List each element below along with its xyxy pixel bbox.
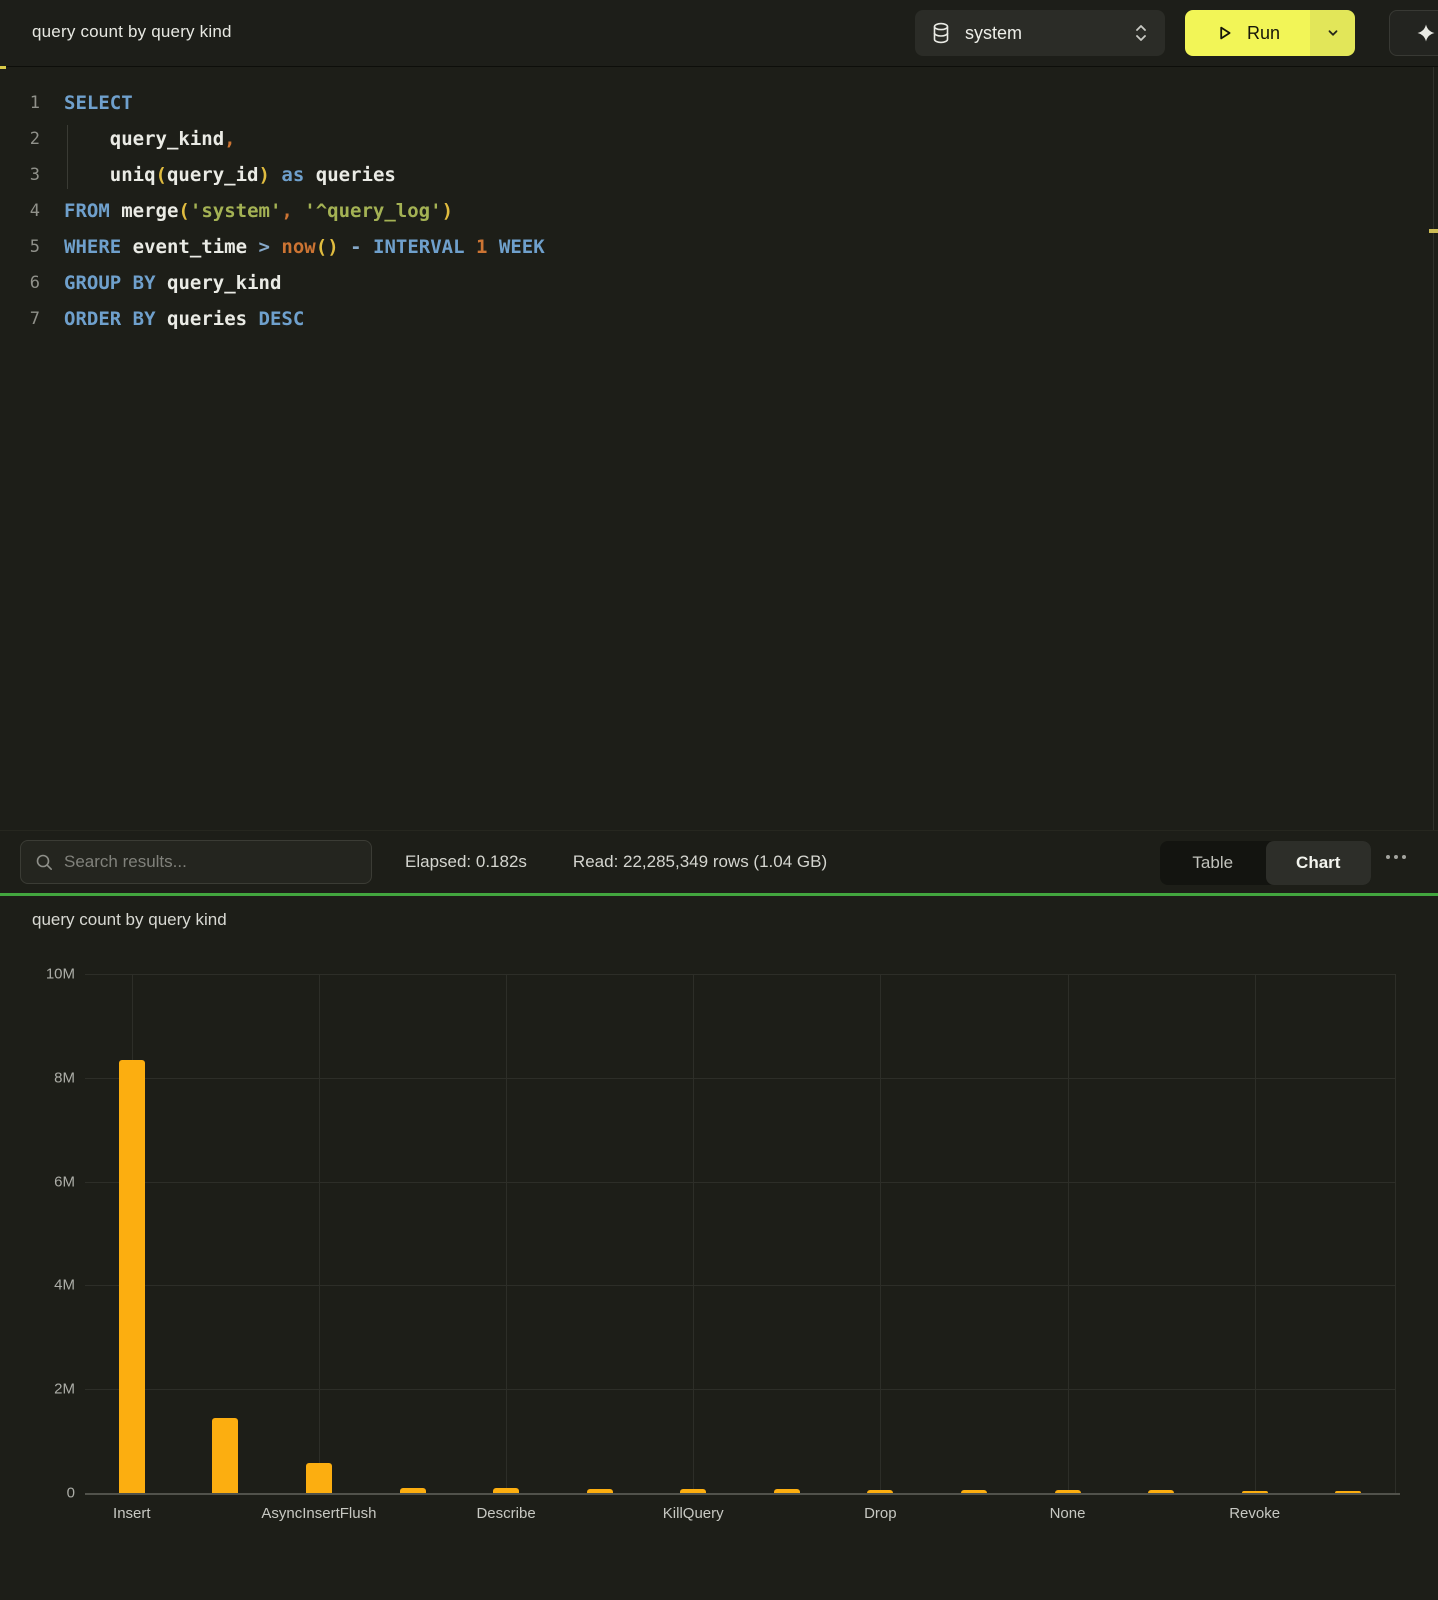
run-options-button[interactable] [1310, 10, 1355, 56]
query-title: query count by query kind [32, 22, 232, 42]
line-number: 7 [0, 309, 40, 329]
gridline [880, 974, 881, 1493]
search-icon [35, 853, 54, 872]
database-selector-value: system [965, 23, 1133, 44]
indent-guide [67, 125, 68, 189]
gridline [1395, 974, 1396, 1493]
bar-unlabeled [587, 1489, 613, 1493]
search-results-input[interactable] [64, 852, 357, 872]
tab-chart[interactable]: Chart [1266, 841, 1372, 885]
unfold-icon [1133, 22, 1149, 44]
bar-unlabeled [961, 1490, 987, 1493]
code-text: GROUP BY query_kind [64, 272, 281, 294]
editor-lines: 1SELECT2 query_kind,3 uniq(query_id) as … [0, 85, 1438, 337]
x-tick-label: AsyncInsertFlush [261, 1505, 376, 1522]
code-line[interactable]: 4 FROM merge('system', '^query_log') [0, 193, 1438, 229]
editor-left-marker [0, 66, 6, 69]
code-line[interactable]: 5 WHERE event_time > now() - INTERVAL 1 W… [0, 229, 1438, 265]
y-tick-label: 10M [15, 966, 75, 983]
elapsed-stat: Elapsed: 0.182s [405, 852, 527, 872]
y-tick-label: 6M [15, 1173, 75, 1190]
top-bar: query count by query kind system Run [0, 0, 1438, 67]
bar-AsyncInsertFlush [306, 1463, 332, 1493]
sql-console: { "header": { "title": "query count by q… [0, 0, 1438, 1600]
database-icon [931, 22, 951, 44]
gridline [319, 974, 320, 1493]
code-text: query_kind, [64, 128, 236, 150]
line-number: 6 [0, 273, 40, 293]
play-icon [1215, 23, 1235, 43]
y-tick-label: 0 [15, 1485, 75, 1502]
sparkle-button[interactable] [1389, 10, 1438, 56]
bar-Drop [867, 1490, 893, 1493]
bar-unlabeled [1148, 1490, 1174, 1493]
tab-table[interactable]: Table [1160, 841, 1266, 885]
more-options-button[interactable] [1386, 855, 1406, 859]
bar-unlabeled [212, 1418, 238, 1493]
line-number: 1 [0, 93, 40, 113]
x-tick-label: Drop [864, 1505, 897, 1522]
code-text: FROM merge('system', '^query_log') [64, 200, 453, 222]
code-line[interactable]: 7 ORDER BY queries DESC [0, 301, 1438, 337]
x-tick-label: Insert [113, 1505, 151, 1522]
bar-Describe [493, 1488, 519, 1493]
bar-unlabeled [774, 1489, 800, 1493]
scrollbar-annotation-marker [1429, 229, 1438, 233]
line-number: 4 [0, 201, 40, 221]
code-line[interactable]: 2 query_kind, [0, 121, 1438, 157]
gridline [1068, 974, 1069, 1493]
gridline [85, 974, 1395, 975]
code-text: SELECT [64, 92, 133, 114]
bar-KillQuery [680, 1489, 706, 1493]
sparkle-icon [1416, 23, 1436, 43]
run-split-button: Run [1185, 10, 1355, 56]
results-toolbar: Elapsed: 0.182s Read: 22,285,349 rows (1… [0, 830, 1438, 893]
x-tick-label: KillQuery [663, 1505, 724, 1522]
code-line[interactable]: 1 SELECT [0, 85, 1438, 121]
gridline [85, 1078, 1395, 1079]
gridline [693, 974, 694, 1493]
read-stat: Read: 22,285,349 rows (1.04 GB) [573, 852, 827, 872]
gridline [85, 1389, 1395, 1390]
code-line[interactable]: 3 uniq(query_id) as queries [0, 157, 1438, 193]
editor-scrollbar-track[interactable] [1433, 67, 1434, 830]
bar-chart: 10M8M6M4M2M0InsertAsyncInsertFlushDescri… [85, 974, 1395, 1493]
line-number: 5 [0, 237, 40, 257]
bar-Insert [119, 1060, 145, 1493]
y-tick-label: 4M [15, 1277, 75, 1294]
search-results-box [20, 840, 372, 884]
chevron-down-icon [1326, 26, 1340, 40]
gridline [506, 974, 507, 1493]
gridline [85, 1285, 1395, 1286]
chart-title: query count by query kind [32, 910, 227, 930]
x-tick-label: Describe [476, 1505, 535, 1522]
view-toggle: Table Chart [1160, 841, 1371, 885]
bar-Revoke [1242, 1491, 1268, 1493]
y-tick-label: 8M [15, 1069, 75, 1086]
gridline [85, 1182, 1395, 1183]
code-text: uniq(query_id) as queries [64, 164, 396, 186]
bar-unlabeled [400, 1488, 426, 1493]
y-tick-label: 2M [15, 1381, 75, 1398]
code-text: WHERE event_time > now() - INTERVAL 1 WE… [64, 236, 545, 258]
sql-editor[interactable]: 1SELECT2 query_kind,3 uniq(query_id) as … [0, 67, 1438, 830]
line-number: 2 [0, 129, 40, 149]
x-tick-label: Revoke [1229, 1505, 1280, 1522]
database-selector[interactable]: system [915, 10, 1165, 56]
x-axis-line [85, 1493, 1400, 1495]
x-tick-label: None [1050, 1505, 1086, 1522]
run-button[interactable]: Run [1185, 10, 1310, 56]
line-number: 3 [0, 165, 40, 185]
bar-None [1055, 1490, 1081, 1493]
gridline [1255, 974, 1256, 1493]
bar-unlabeled [1335, 1491, 1361, 1493]
code-text: ORDER BY queries DESC [64, 308, 304, 330]
run-button-label: Run [1247, 23, 1280, 44]
chart-panel: query count by query kind 10M8M6M4M2M0In… [0, 896, 1438, 1600]
code-line[interactable]: 6 GROUP BY query_kind [0, 265, 1438, 301]
